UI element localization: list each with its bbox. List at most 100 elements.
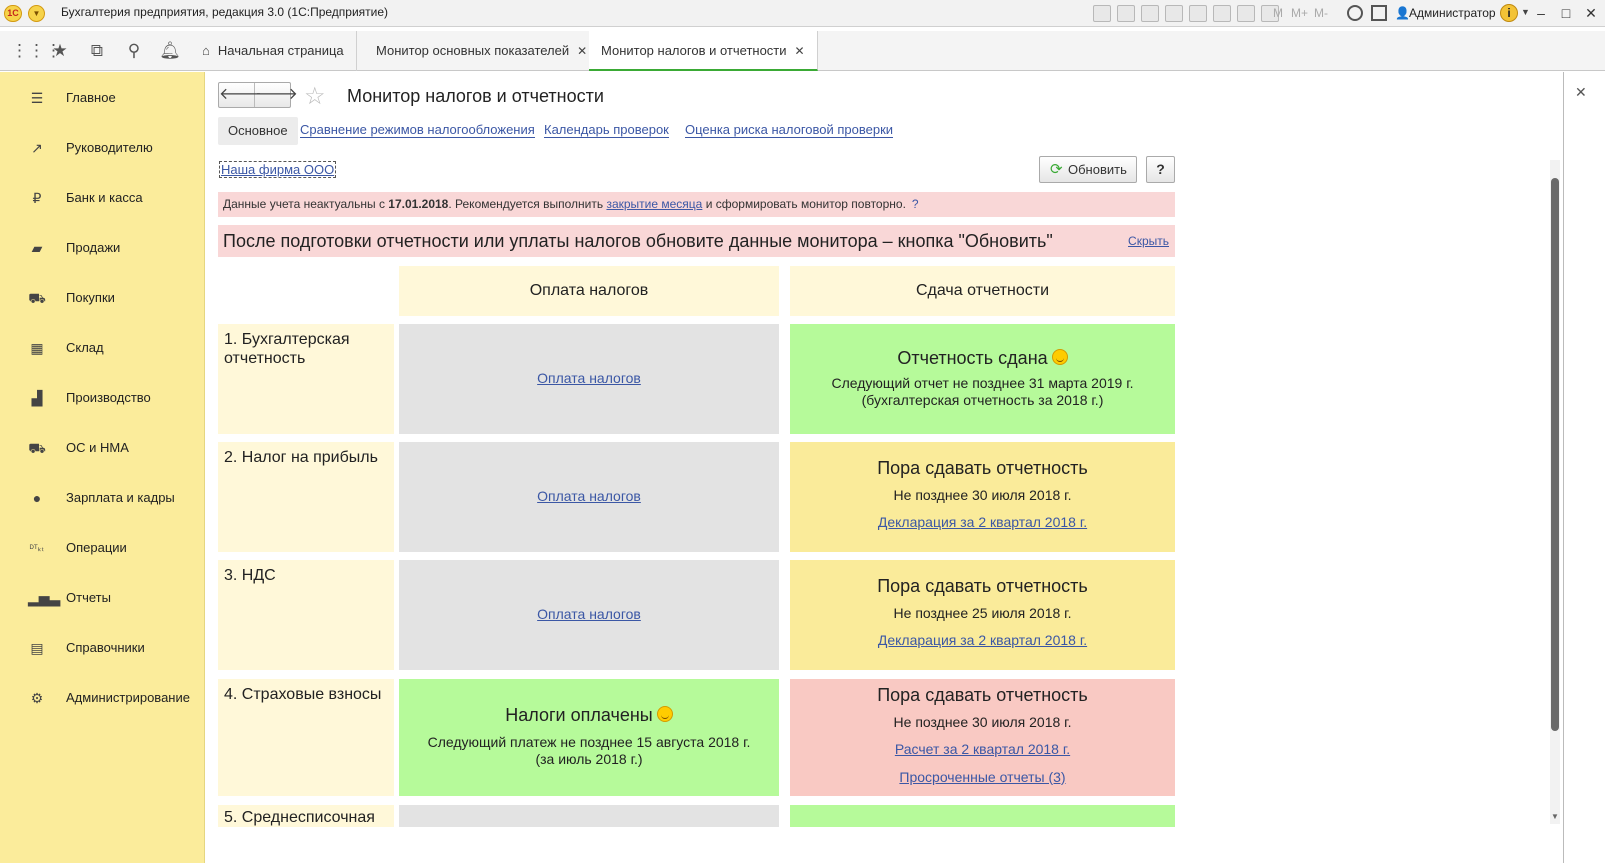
report-status-text: Отчетность сдана (897, 348, 1048, 368)
sidebar-item-purchases[interactable]: ⛟ Покупки (0, 284, 205, 312)
sidebar: ☰ Главное ↗ Руководителю ₽ Банк и касса ▰ Пр… (0, 72, 205, 863)
tab-home-label: Начальная страница (217, 43, 344, 58)
refresh-label: Обновить (1068, 162, 1127, 177)
message-icon[interactable] (1213, 5, 1231, 22)
declaration-link[interactable]: Декларация за 2 квартал 2018 г. (878, 514, 1087, 530)
bar-chart-icon: ▂▅▃ (28, 590, 61, 606)
home-icon: ⌂ (202, 43, 210, 58)
sidebar-item-main[interactable]: ☰ Главное (0, 84, 205, 112)
main-menu-chevron-icon[interactable]: ▼ (28, 5, 45, 22)
maximize-button[interactable]: □ (1555, 3, 1577, 23)
notifications-bell-icon[interactable]: 🔔︎ (158, 41, 182, 61)
sidebar-item-label: Склад (66, 340, 104, 355)
sidebar-item-sales[interactable]: ▰ Продажи (0, 234, 205, 262)
refresh-icon: ⟳ (1050, 161, 1063, 178)
reporting-cell: Отчетность сдана Следующий отчет не позд… (790, 324, 1175, 434)
overdue-reports-link[interactable]: Просроченные отчеты (3) (899, 769, 1065, 785)
scroll-down-icon[interactable]: ▼ (1550, 812, 1560, 821)
menu-icon: ☰ (30, 90, 44, 106)
subtab-audit-risk[interactable]: Оценка риска налоговой проверки (685, 123, 894, 138)
nav-arrows: 🡐 🡒 (218, 82, 298, 108)
sidebar-item-payroll[interactable]: ● Зарплата и кадры (0, 484, 205, 512)
panel-layout-icon[interactable] (1371, 5, 1387, 21)
sidebar-item-administration[interactable]: ⚙ Администрирование (0, 684, 205, 712)
memory-m-plus-button[interactable]: M+ (1291, 6, 1308, 20)
title-bar: 1С ▼ Бухгалтерия предприятия, редакция 3… (0, 0, 1605, 27)
reporting-cell: Пора сдавать отчетность Не позднее 30 ию… (790, 442, 1175, 552)
favorite-star-icon[interactable]: ☆ (304, 82, 326, 111)
warning-date: 17.01.2018 (388, 197, 449, 211)
close-tab-icon[interactable]: ✕ (795, 44, 805, 58)
scrollbar-thumb[interactable] (1551, 178, 1559, 731)
sidebar-item-production[interactable]: ▟ Производство (0, 384, 205, 412)
sidebar-item-bank[interactable]: ₽ Банк и касса (0, 184, 205, 212)
memory-m-minus-button[interactable]: M- (1314, 6, 1328, 20)
ruble-icon: ₽ (32, 190, 42, 206)
declaration-link[interactable]: Декларация за 2 квартал 2018 г. (878, 632, 1087, 648)
favorites-star-icon[interactable]: ★ (48, 41, 72, 61)
toolbar-icons (1093, 5, 1279, 22)
payment-cell: Оплата налогов (399, 560, 779, 670)
sidebar-item-directories[interactable]: ▤ Справочники (0, 634, 205, 662)
spreadsheet-icon[interactable] (1237, 5, 1255, 22)
sidebar-item-label: Банк и касса (66, 190, 143, 205)
reporting-cell: Пора сдавать отчетность Не позднее 30 ию… (790, 679, 1175, 796)
back-arrow-icon[interactable]: 🡐 (219, 83, 262, 107)
calculation-link[interactable]: Расчет за 2 квартал 2018 г. (895, 741, 1070, 757)
search-icon[interactable]: ⚲ (122, 41, 146, 61)
close-form-icon[interactable]: ✕ (1575, 84, 1587, 101)
tab-key-indicators[interactable]: Монитор основных показателей ✕ (364, 31, 601, 71)
month-close-link[interactable]: закрытие месяца (606, 197, 702, 211)
print-icon[interactable] (1117, 5, 1135, 22)
warning-help-link[interactable]: ? (912, 197, 919, 211)
sidebar-item-manager[interactable]: ↗ Руководителю (0, 134, 205, 162)
close-tab-icon[interactable]: ✕ (577, 44, 587, 58)
mail-icon[interactable] (1189, 5, 1207, 22)
help-button[interactable]: ? (1146, 156, 1175, 183)
info-icon[interactable]: i (1500, 4, 1518, 22)
report-status-text: Пора сдавать отчетность (877, 458, 1088, 478)
tax-payment-link[interactable]: Оплата налогов (537, 370, 641, 386)
sidebar-item-label: Главное (66, 90, 116, 105)
sidebar-item-operations[interactable]: ᴰᵀₖₜ Операции (0, 534, 205, 562)
forward-arrow-icon[interactable]: 🡒 (255, 83, 298, 107)
tab-home[interactable]: ⌂ Начальная страница (190, 31, 357, 71)
current-user[interactable]: Администратор (1409, 6, 1496, 20)
row-label: 1. Бухгалтерская отчетность (218, 324, 394, 434)
payment-cell: Налоги оплачены Следующий платеж не позд… (399, 679, 779, 796)
attach-icon[interactable] (1165, 5, 1183, 22)
history-icon[interactable]: ⧉ (85, 41, 109, 61)
sidebar-item-assets[interactable]: ⛟ ОС и НМА (0, 434, 205, 462)
subtab-tax-regimes[interactable]: Сравнение режимов налогообложения (300, 123, 535, 138)
organization-link[interactable]: Наша фирма ООО (219, 161, 337, 178)
app-logo[interactable]: 1С (4, 5, 22, 22)
sidebar-item-warehouse[interactable]: ▦ Склад (0, 334, 205, 362)
subtab-main[interactable]: Основное (218, 117, 298, 145)
minimize-button[interactable]: – (1530, 3, 1552, 23)
page-title: Монитор налогов и отчетности (347, 86, 604, 106)
apps-grid-icon[interactable]: ⋮⋮⋮ (11, 41, 62, 61)
sidebar-item-label: Продажи (66, 240, 121, 255)
refresh-button[interactable]: ⟳ Обновить (1039, 156, 1137, 183)
tax-payment-link[interactable]: Оплата налогов (537, 488, 641, 504)
sidebar-item-label: Операции (66, 540, 127, 555)
warning-text: и сформировать монитор повторно. (702, 197, 906, 211)
zoom-icon[interactable] (1347, 5, 1363, 21)
info-chevron-icon[interactable]: ▼ (1521, 7, 1530, 17)
tab-tax-monitor[interactable]: Монитор налогов и отчетности ✕ (589, 31, 818, 71)
truck-icon: ⛟ (28, 440, 46, 456)
hide-hint-link[interactable]: Скрыть (1128, 225, 1169, 257)
report-status-text: Пора сдавать отчетность (877, 576, 1088, 596)
save-icon[interactable] (1093, 5, 1111, 22)
payment-cell: Оплата налогов (399, 442, 779, 552)
memory-m-button[interactable]: M (1273, 6, 1283, 20)
close-window-button[interactable]: ✕ (1580, 3, 1602, 23)
subtab-audit-calendar[interactable]: Календарь проверок (544, 123, 669, 138)
row-label: 3. НДС (218, 560, 394, 670)
bag-icon: ▰ (31, 240, 43, 256)
report-status-text: Пора сдавать отчетность (877, 685, 1088, 705)
right-border (1563, 72, 1564, 863)
sidebar-item-reports[interactable]: ▂▅▃ Отчеты (0, 584, 205, 612)
tax-payment-link[interactable]: Оплата налогов (537, 606, 641, 622)
preview-icon[interactable] (1141, 5, 1159, 22)
